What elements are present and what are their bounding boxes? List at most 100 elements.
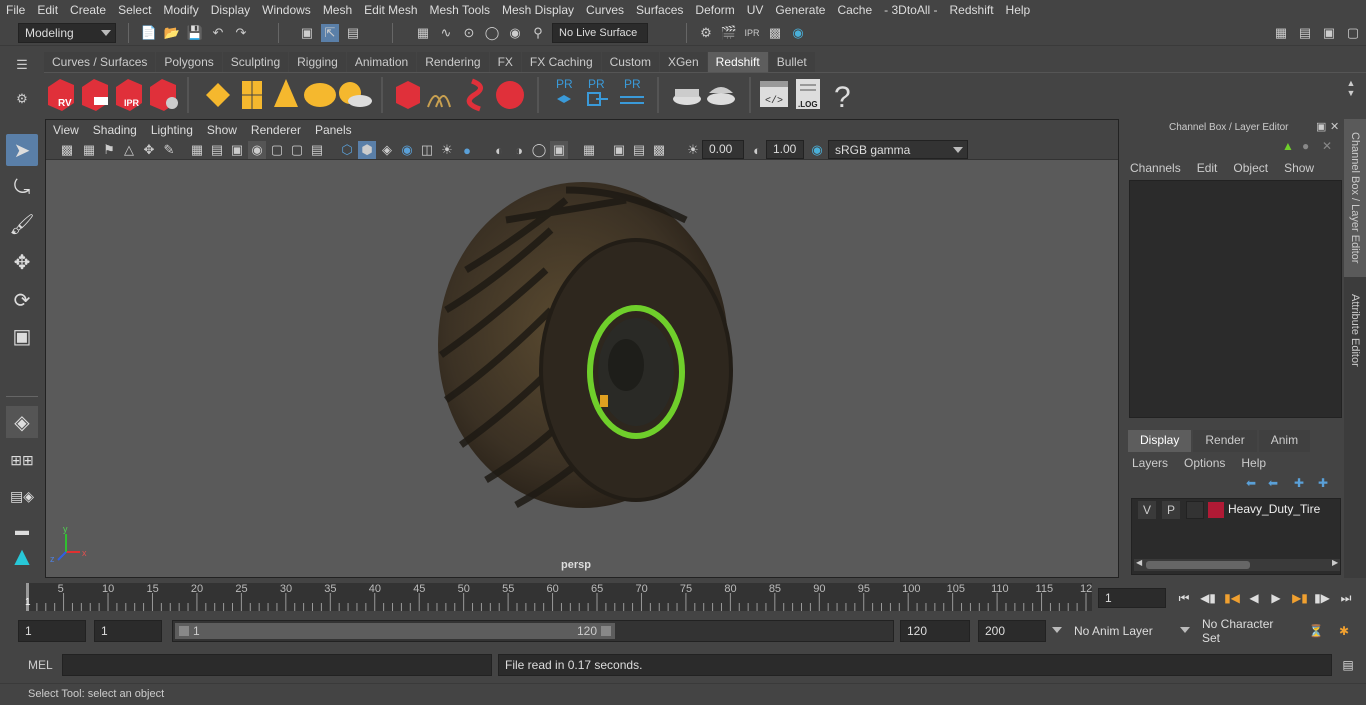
menu-item[interactable]: Mesh Display — [496, 3, 580, 17]
pin-icon[interactable]: ✕ — [1322, 139, 1332, 153]
layer-editor-menu-item[interactable]: Help — [1241, 456, 1266, 470]
time-ruler[interactable]: 5 10 15 20 25 30 35 40 45 50 55 60 65 70 75 80 85 90 95 100… — [25, 583, 1092, 611]
playback-start-field[interactable]: 1 — [94, 620, 162, 642]
layer-playback-toggle[interactable]: P — [1162, 501, 1180, 519]
script-editor-icon[interactable]: ▤ — [1338, 655, 1358, 675]
motion-blur-icon[interactable]: ◐ — [490, 141, 508, 159]
screen-space-ao-icon[interactable]: ● — [458, 141, 476, 159]
snap-curve-icon[interactable]: ∿ — [437, 24, 455, 42]
workspace-icon[interactable]: ▦ — [1272, 24, 1290, 42]
range-slider-left-grip[interactable] — [179, 626, 189, 636]
menu-item[interactable]: Edit — [31, 3, 64, 17]
safe-title-icon[interactable]: ▤ — [308, 141, 326, 159]
anchor-icon[interactable]: ▲ — [1282, 139, 1294, 153]
move-layer-down-icon[interactable]: ⬅ — [1268, 476, 1278, 490]
layer-color-swatch[interactable] — [1208, 502, 1224, 518]
lasso-tool-icon[interactable]: ⤿ — [6, 172, 38, 204]
layer-editor-menu-item[interactable]: Layers — [1132, 456, 1168, 470]
redshift-bake-sets-icon[interactable] — [707, 87, 735, 105]
menu-item[interactable]: Help — [1000, 3, 1037, 17]
scrollbar-thumb[interactable] — [1146, 561, 1250, 569]
snap-grid-icon[interactable]: ▦ — [414, 24, 432, 42]
step-forward-frame-icon[interactable]: ▮▶ — [1312, 588, 1332, 608]
save-scene-icon[interactable]: 💾 — [186, 24, 204, 42]
view-transform-select[interactable]: sRGB gamma — [828, 140, 968, 159]
new-scene-icon[interactable]: 📄 — [140, 24, 158, 42]
redshift-sphere-icon[interactable] — [496, 81, 524, 109]
shelf-tab[interactable]: Bullet — [768, 52, 815, 72]
xray-joints-icon[interactable]: ▣ — [610, 141, 628, 159]
go-to-end-icon[interactable]: ⏭ — [1336, 588, 1356, 608]
channel-box-menu-item[interactable]: Channels — [1130, 161, 1181, 175]
layer-editor-menu-item[interactable]: Options — [1184, 456, 1225, 470]
camera-select-icon[interactable]: ▩ — [58, 141, 76, 159]
attribute-editor-toggle-icon[interactable]: ▣ — [1320, 24, 1338, 42]
shelf-tab[interactable]: Rendering — [417, 52, 489, 72]
gate-mask-icon[interactable]: ◉ — [248, 141, 266, 159]
select-tool-icon[interactable]: ➤ — [6, 134, 38, 166]
image-plane-icon[interactable]: △ — [120, 141, 138, 159]
tire-model[interactable]: x y z — [46, 160, 1118, 577]
anim-layer-select[interactable]: No Anim Layer — [1050, 621, 1170, 641]
render-settings-icon[interactable]: ⚙ — [697, 24, 715, 42]
undo-icon[interactable]: ↶ — [209, 24, 227, 42]
redshift-pr-export-icon[interactable]: PR — [587, 77, 608, 106]
gamma-field[interactable]: 1.00 — [766, 140, 804, 159]
channel-box-menu-item[interactable]: Edit — [1197, 161, 1218, 175]
redshift-pr-object-icon[interactable]: PR — [556, 77, 573, 103]
tool-settings-toggle-icon[interactable]: ▢ — [1344, 24, 1362, 42]
scroll-left-icon[interactable]: ◀ — [1136, 558, 1142, 567]
channel-box-list[interactable] — [1129, 180, 1342, 418]
range-slider-right-grip[interactable] — [601, 626, 611, 636]
play-forwards-icon[interactable]: ▶ — [1266, 588, 1286, 608]
viewport-menu-item[interactable]: Shading — [86, 123, 144, 137]
render-frame-icon[interactable]: ▩ — [766, 24, 784, 42]
menu-item[interactable]: Windows — [256, 3, 317, 17]
attribute-editor-side-tab[interactable]: Attribute Editor — [1344, 283, 1366, 377]
range-slider-track[interactable]: 1 120 — [172, 620, 894, 642]
redshift-sun-sky-icon[interactable] — [339, 82, 372, 107]
paint-select-tool-icon[interactable]: 🖌 — [6, 208, 38, 240]
redshift-curve-icon[interactable] — [466, 78, 483, 112]
make-live-icon[interactable]: ⚲ — [529, 24, 547, 42]
color-management-icon[interactable]: ◉ — [808, 141, 826, 159]
rotate-tool-icon[interactable]: ⟳ — [6, 284, 38, 316]
menu-item[interactable]: Display — [205, 3, 256, 17]
shelf-tab[interactable]: XGen — [659, 52, 707, 72]
go-to-start-icon[interactable]: ⏮ — [1174, 588, 1194, 608]
select-hierarchy-icon[interactable]: ▣ — [298, 24, 316, 42]
layer-row[interactable]: V P Heavy_Duty_Tire — [1136, 501, 1336, 519]
help-icon[interactable]: ? — [834, 81, 851, 114]
viewport-menu-item[interactable]: Panels — [308, 123, 359, 137]
shelf-tab[interactable]: Custom — [601, 52, 659, 72]
frame-all-icon[interactable]: ▩ — [650, 141, 668, 159]
gamma-icon[interactable]: ◐ — [748, 141, 766, 159]
animation-end-field[interactable]: 200 — [978, 620, 1046, 642]
close-icon[interactable]: ✕ — [1330, 120, 1339, 133]
layer-scrollbar[interactable]: ◀ ▶ — [1134, 558, 1340, 571]
xray-icon[interactable]: ▦ — [580, 141, 598, 159]
snap-view-icon[interactable]: ◯ — [483, 24, 501, 42]
layer-editor-tab[interactable]: Render — [1193, 430, 1257, 452]
move-layer-up-icon[interactable]: ⬅ — [1246, 476, 1256, 490]
current-frame-field[interactable]: 1 — [1098, 588, 1166, 608]
step-back-key-icon[interactable]: ▮◀ — [1222, 588, 1242, 608]
safe-action-icon[interactable]: ▢ — [288, 141, 306, 159]
redshift-proxy-icon[interactable] — [206, 83, 230, 107]
redo-icon[interactable]: ↷ — [232, 24, 250, 42]
viewport-canvas[interactable]: x y z persp — [46, 160, 1118, 577]
play-backwards-icon[interactable]: ◀ — [1244, 588, 1264, 608]
shelf-menu-icon[interactable]: ☰ — [13, 56, 31, 74]
shelf-tab[interactable]: FX Caching — [521, 52, 601, 72]
channel-box-toggle-icon[interactable]: ▤ — [1296, 24, 1314, 42]
menu-item[interactable]: Modify — [157, 3, 204, 17]
shelf-tab[interactable]: Rigging — [289, 52, 346, 72]
redshift-settings-icon[interactable] — [150, 79, 178, 111]
redshift-hair-icon[interactable] — [427, 95, 451, 108]
grease-pencil-icon[interactable]: ✎ — [160, 141, 178, 159]
layer-editor-tab[interactable]: Display — [1128, 430, 1192, 452]
snap-surface-icon[interactable]: ◉ — [506, 24, 524, 42]
redshift-bake-icon[interactable] — [673, 89, 701, 105]
new-layer-icon[interactable]: ✚ — [1294, 476, 1304, 490]
shelf-scroll-icon[interactable]: ▲ ▼ — [1342, 78, 1360, 98]
